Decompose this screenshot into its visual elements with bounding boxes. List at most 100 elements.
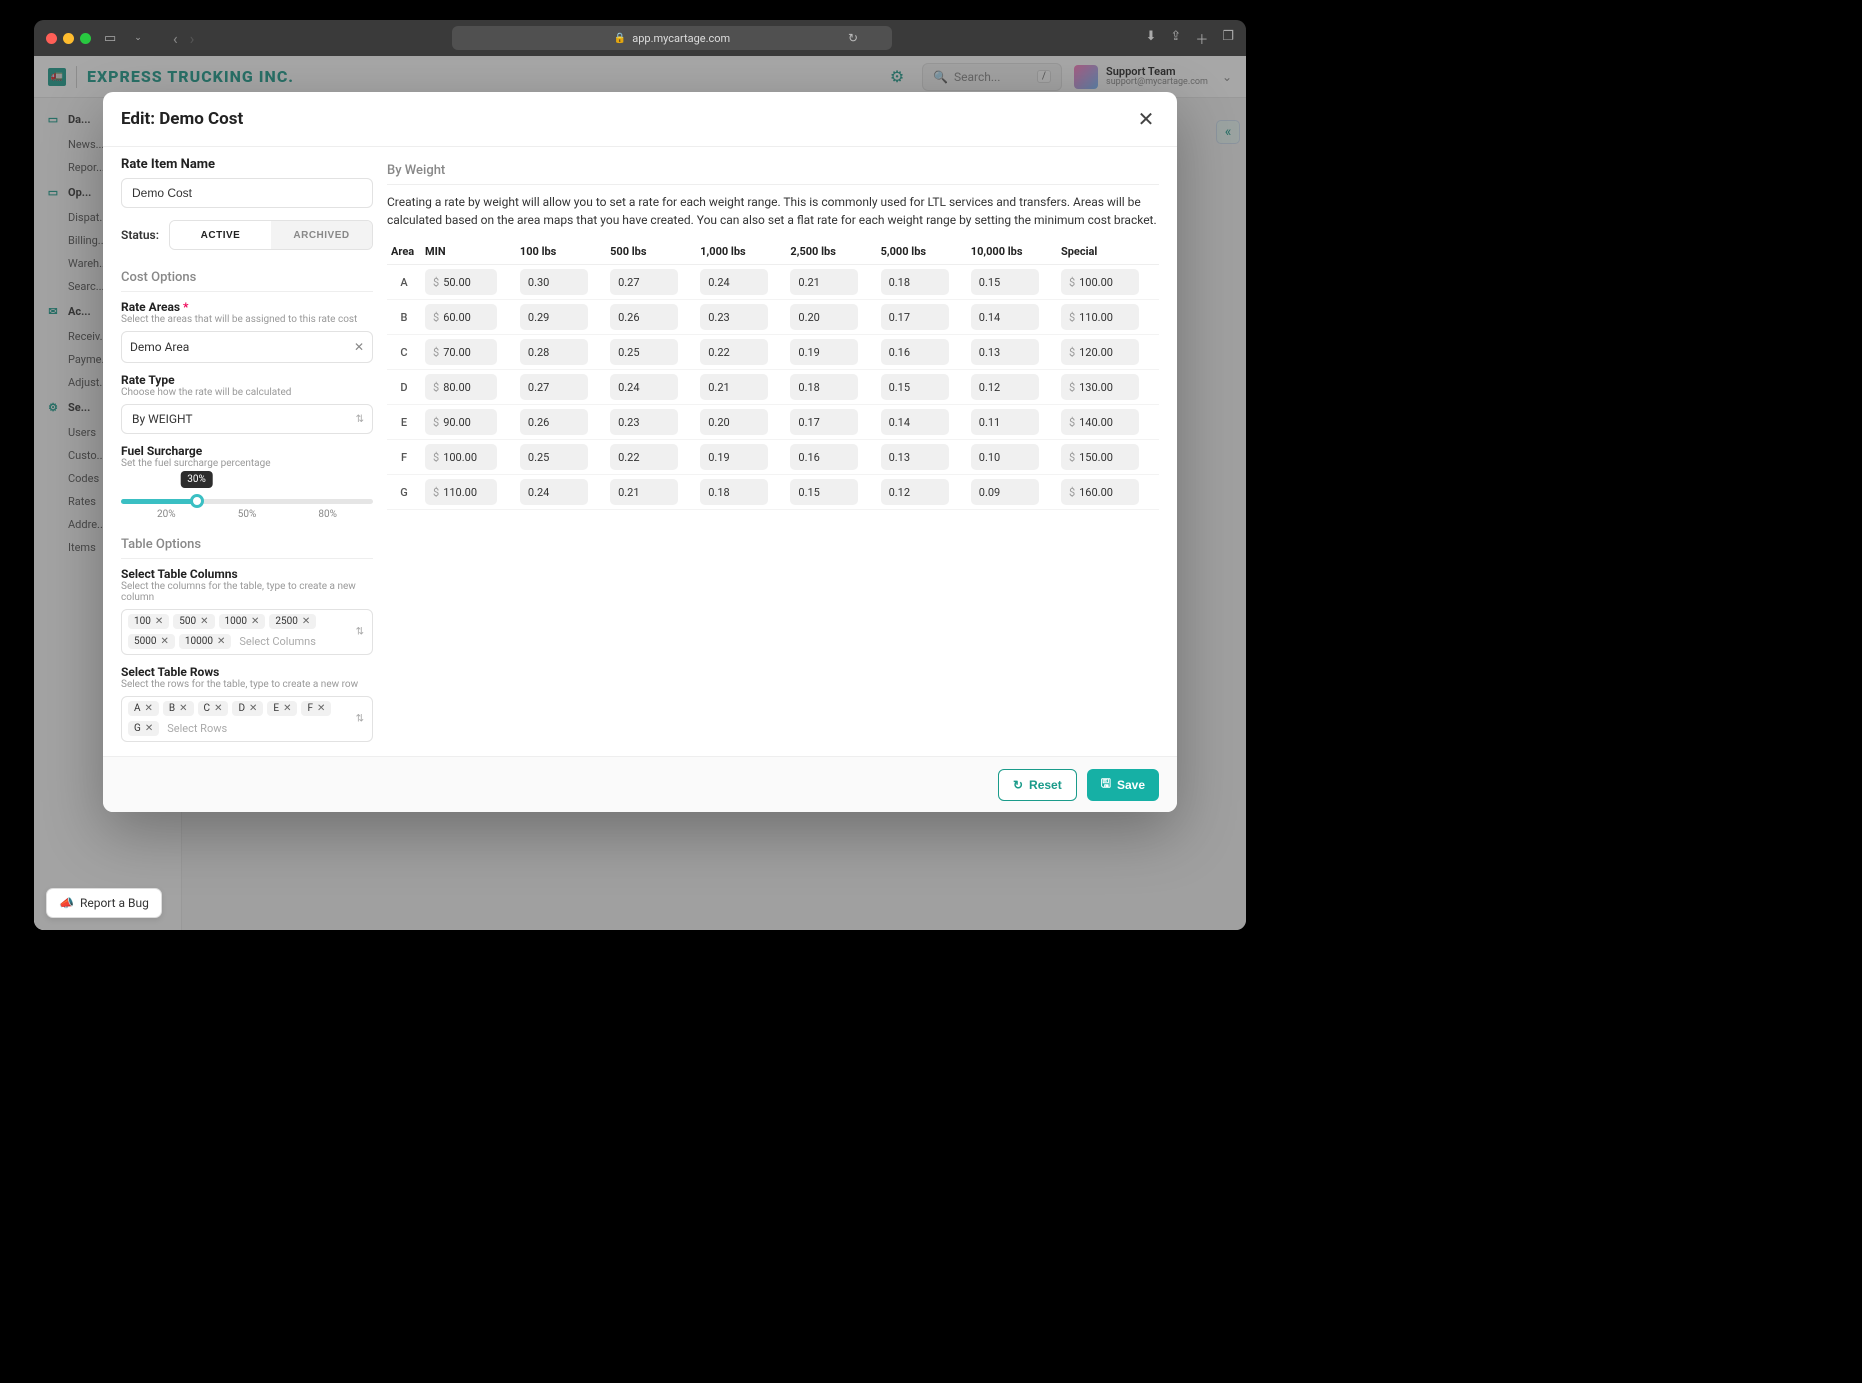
rate-input[interactable]: 0.14 — [971, 304, 1039, 330]
remove-chip-icon[interactable]: ✕ — [155, 616, 163, 627]
row-chip: F ✕ — [301, 701, 331, 716]
rate-name-input[interactable] — [121, 178, 373, 208]
rate-input[interactable]: 0.13 — [881, 444, 949, 470]
min-input[interactable]: $80.00 — [425, 374, 497, 400]
special-input[interactable]: $130.00 — [1061, 374, 1139, 400]
rate-input[interactable]: 0.23 — [700, 304, 768, 330]
special-input[interactable]: $140.00 — [1061, 409, 1139, 435]
remove-chip-icon[interactable]: ✕ — [302, 616, 310, 627]
maximize-window-icon[interactable] — [80, 33, 91, 44]
rate-input[interactable]: 0.22 — [700, 339, 768, 365]
rate-input[interactable]: 0.27 — [520, 374, 588, 400]
rate-input[interactable]: 0.13 — [971, 339, 1039, 365]
rate-type-select[interactable]: By WEIGHT ⇅ — [121, 404, 373, 434]
new-tab-icon[interactable]: ＋ — [1195, 29, 1208, 48]
reset-button[interactable]: ↻ Reset — [998, 769, 1077, 801]
sidebar-toggle-icon[interactable]: ▭ — [99, 31, 121, 46]
slider-thumb[interactable] — [190, 494, 204, 508]
fuel-surcharge-slider[interactable]: 30% 20% 50% 80% — [121, 487, 373, 531]
remove-chip-icon[interactable]: ✕ — [317, 703, 325, 714]
remove-chip-icon[interactable]: ✕ — [249, 703, 257, 714]
min-input[interactable]: $70.00 — [425, 339, 497, 365]
rate-input[interactable]: 0.11 — [971, 409, 1039, 435]
share-icon[interactable]: ⇪ — [1170, 29, 1181, 48]
reload-icon[interactable]: ↻ — [848, 31, 858, 45]
remove-chip-icon[interactable]: ✕ — [214, 703, 222, 714]
rate-input[interactable]: 0.09 — [971, 479, 1039, 505]
min-input[interactable]: $50.00 — [425, 269, 497, 295]
rate-input[interactable]: 0.20 — [700, 409, 768, 435]
min-input[interactable]: $90.00 — [425, 409, 497, 435]
rate-input[interactable]: 0.25 — [610, 339, 678, 365]
rate-input[interactable]: 0.15 — [971, 269, 1039, 295]
rate-type-label: Rate Type — [121, 373, 373, 387]
rate-input[interactable]: 0.17 — [790, 409, 858, 435]
close-icon[interactable]: ✕ — [1133, 106, 1159, 132]
rate-input[interactable]: 0.23 — [610, 409, 678, 435]
rate-input[interactable]: 0.10 — [971, 444, 1039, 470]
rate-input[interactable]: 0.19 — [700, 444, 768, 470]
rate-input[interactable]: 0.15 — [790, 479, 858, 505]
rate-input[interactable]: 0.24 — [520, 479, 588, 505]
remove-area-icon[interactable]: ✕ — [354, 340, 364, 354]
nav-forward-icon[interactable]: › — [186, 29, 199, 48]
rate-input[interactable]: 0.24 — [700, 269, 768, 295]
minimize-window-icon[interactable] — [63, 33, 74, 44]
rate-input[interactable]: 0.20 — [790, 304, 858, 330]
rate-input[interactable]: 0.26 — [610, 304, 678, 330]
rate-input[interactable]: 0.12 — [881, 479, 949, 505]
rate-input[interactable]: 0.30 — [520, 269, 588, 295]
remove-chip-icon[interactable]: ✕ — [217, 636, 225, 647]
rate-input[interactable]: 0.18 — [790, 374, 858, 400]
rate-input[interactable]: 0.14 — [881, 409, 949, 435]
min-input[interactable]: $60.00 — [425, 304, 497, 330]
rate-input[interactable]: 0.28 — [520, 339, 588, 365]
rate-input[interactable]: 0.21 — [790, 269, 858, 295]
rate-input[interactable]: 0.21 — [700, 374, 768, 400]
min-input[interactable]: $100.00 — [425, 444, 497, 470]
remove-chip-icon[interactable]: ✕ — [145, 723, 153, 734]
download-icon[interactable]: ⬇ — [1146, 29, 1157, 48]
save-button[interactable]: 🖫 Save — [1087, 769, 1159, 801]
rate-input[interactable]: 0.22 — [610, 444, 678, 470]
status-archived-button[interactable]: ARCHIVED — [271, 221, 372, 249]
rate-input[interactable]: 0.27 — [610, 269, 678, 295]
remove-chip-icon[interactable]: ✕ — [200, 616, 208, 627]
table-columns-input[interactable]: 100 ✕500 ✕1000 ✕2500 ✕5000 ✕10000 ✕Selec… — [121, 609, 373, 655]
remove-chip-icon[interactable]: ✕ — [251, 616, 259, 627]
status-active-button[interactable]: ACTIVE — [170, 221, 271, 249]
rate-input[interactable]: 0.16 — [790, 444, 858, 470]
column-chip: 100 ✕ — [128, 614, 169, 629]
tabs-icon[interactable]: ❐ — [1222, 29, 1234, 48]
rate-input[interactable]: 0.19 — [790, 339, 858, 365]
column-chip: 500 ✕ — [173, 614, 214, 629]
special-input[interactable]: $100.00 — [1061, 269, 1139, 295]
rate-input[interactable]: 0.24 — [610, 374, 678, 400]
report-bug-button[interactable]: 📣 Report a Bug — [46, 888, 162, 918]
min-input[interactable]: $110.00 — [425, 479, 497, 505]
rate-input[interactable]: 0.15 — [881, 374, 949, 400]
rate-input[interactable]: 0.12 — [971, 374, 1039, 400]
close-window-icon[interactable] — [46, 33, 57, 44]
remove-chip-icon[interactable]: ✕ — [283, 703, 291, 714]
rate-input[interactable]: 0.26 — [520, 409, 588, 435]
rate-input[interactable]: 0.18 — [881, 269, 949, 295]
rate-input[interactable]: 0.16 — [881, 339, 949, 365]
remove-chip-icon[interactable]: ✕ — [179, 703, 187, 714]
rate-input[interactable]: 0.25 — [520, 444, 588, 470]
special-input[interactable]: $120.00 — [1061, 339, 1139, 365]
rate-input[interactable]: 0.18 — [700, 479, 768, 505]
chevron-down-icon[interactable]: ⌄ — [129, 33, 147, 43]
rate-areas-input[interactable]: Demo Area✕ — [121, 331, 373, 363]
nav-back-icon[interactable]: ‹ — [169, 29, 182, 48]
rate-input[interactable]: 0.17 — [881, 304, 949, 330]
special-input[interactable]: $150.00 — [1061, 444, 1139, 470]
url-bar[interactable]: 🔒 app.mycartage.com ↻ — [452, 26, 892, 50]
rate-input[interactable]: 0.21 — [610, 479, 678, 505]
special-input[interactable]: $110.00 — [1061, 304, 1139, 330]
special-input[interactable]: $160.00 — [1061, 479, 1139, 505]
rate-input[interactable]: 0.29 — [520, 304, 588, 330]
remove-chip-icon[interactable]: ✕ — [160, 636, 168, 647]
table-rows-input[interactable]: A ✕B ✕C ✕D ✕E ✕F ✕G ✕Select Rows⇅ — [121, 696, 373, 742]
remove-chip-icon[interactable]: ✕ — [145, 703, 153, 714]
